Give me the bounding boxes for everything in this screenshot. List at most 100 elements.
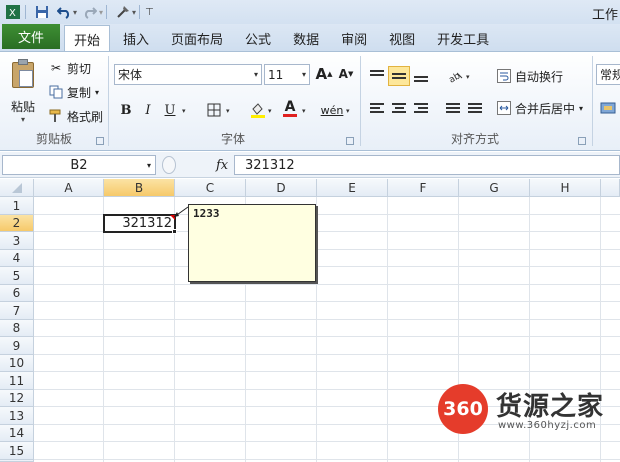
row-header-3[interactable]: 3 [0,232,34,250]
decrease-indent-icon[interactable] [442,98,464,118]
format-painter-button[interactable]: 格式刷 [48,106,103,126]
formula-input[interactable]: 321312 [234,155,620,175]
merge-center-button[interactable]: 合并后居中 ▾ [496,98,583,118]
tab-home[interactable]: 开始 [64,25,111,52]
accounting-format-icon[interactable] [598,98,618,118]
row-header-14[interactable]: 14 [0,425,34,442]
redo-icon[interactable] [81,3,99,21]
row-header-10[interactable]: 10 [0,355,34,372]
tab-page-layout[interactable]: 页面布局 [162,26,232,51]
clipboard-dialog-launcher-icon[interactable] [96,137,104,145]
tool-dropdown-icon[interactable]: ▾ [132,8,136,17]
row-header-6[interactable]: 6 [0,285,34,302]
row-header-1[interactable]: 1 [0,197,34,215]
tab-view[interactable]: 视图 [380,26,424,51]
underline-button[interactable]: U [160,100,180,120]
tab-review[interactable]: 审阅 [332,26,376,51]
paste-dropdown-icon[interactable]: ▾ [21,115,25,124]
merge-dropdown-icon[interactable]: ▾ [579,104,583,113]
fill-handle[interactable] [172,229,177,234]
save-icon[interactable] [33,3,51,21]
align-left-icon[interactable] [366,98,388,118]
row-header-9[interactable]: 9 [0,337,34,355]
gridline [387,197,388,462]
fill-color-button[interactable] [248,100,268,120]
wrap-text-button[interactable]: 自动换行 [496,66,563,86]
row-header-5[interactable]: 5 [0,267,34,285]
name-box-dropdown-icon[interactable]: ▾ [147,161,151,170]
column-header-f[interactable]: F [388,179,459,197]
font-size-select[interactable]: 11 ▾ [264,64,310,85]
phonetic-dropdown-icon[interactable]: ▾ [346,107,350,115]
borders-dropdown-icon[interactable]: ▾ [226,107,230,115]
row-header-13[interactable]: 13 [0,407,34,425]
tab-data[interactable]: 数据 [284,26,328,51]
italic-button[interactable]: I [138,100,158,120]
tab-formulas[interactable]: 公式 [236,26,280,51]
redo-dropdown-icon[interactable]: ▾ [99,8,103,17]
formula-resize-icon[interactable] [162,156,176,174]
fill-color-dropdown-icon[interactable]: ▾ [268,107,272,115]
tab-file[interactable]: 文件 [2,24,60,49]
tab-insert[interactable]: 插入 [114,26,158,51]
column-header-b[interactable]: B [104,179,175,197]
align-center-icon[interactable] [388,98,410,118]
bold-button[interactable]: B [116,100,136,120]
copy-dropdown-icon[interactable]: ▾ [95,88,99,97]
column-header-partial[interactable] [601,179,620,197]
column-header-g[interactable]: G [459,179,530,197]
insert-function-icon[interactable]: fx [216,158,228,173]
row-header-15[interactable]: 15 [0,442,34,460]
borders-button[interactable] [204,100,224,120]
copy-button[interactable]: 复制 ▾ [48,82,99,102]
format-tool-icon[interactable] [114,3,132,21]
font-color-icon: A [284,98,296,115]
undo-icon[interactable] [55,3,73,21]
merge-center-label: 合并后居中 [515,101,576,116]
column-header-c[interactable]: C [175,179,246,197]
row-header-11[interactable]: 11 [0,372,34,390]
gridline [316,197,317,462]
column-header-d[interactable]: D [246,179,317,197]
svg-text:ab: ab [447,71,462,83]
column-header-h[interactable]: H [530,179,601,197]
row-header-12[interactable]: 12 [0,390,34,407]
font-color-dropdown-icon[interactable]: ▾ [302,107,306,115]
align-right-icon[interactable] [410,98,432,118]
orientation-dropdown-icon[interactable]: ▾ [466,73,470,81]
font-color-button[interactable]: A [280,98,300,118]
name-box[interactable]: B2 ▾ [2,155,156,175]
align-middle-icon[interactable] [388,66,410,86]
ribbon-tabs: 文件 开始 插入 页面布局 公式 数据 审阅 视图 开发工具 [0,24,620,52]
column-header-e[interactable]: E [317,179,388,197]
shrink-font-button[interactable]: A ▼ [336,64,356,84]
phonetic-button[interactable]: wén [318,100,346,120]
row-header-4[interactable]: 4 [0,250,34,267]
row-header-2[interactable]: 2 [0,215,34,232]
cut-button[interactable]: ✂ 剪切 [48,58,91,78]
gridline [34,284,620,285]
font-dialog-launcher-icon[interactable] [346,137,354,145]
paste-button[interactable]: 粘贴 ▾ [6,56,40,132]
grow-font-button[interactable]: A ▲ [314,64,334,84]
font-name-select[interactable]: 宋体 ▾ [114,64,262,85]
customize-qat-icon[interactable]: ⊤ [145,7,154,18]
select-all-corner[interactable] [0,179,34,197]
row-header-7[interactable]: 7 [0,302,34,320]
column-header-a[interactable]: A [34,179,104,197]
increase-indent-icon[interactable] [464,98,486,118]
align-bottom-icon[interactable] [410,66,432,86]
underline-dropdown-icon[interactable]: ▾ [182,107,186,115]
row-header-8[interactable]: 8 [0,320,34,337]
alignment-dialog-launcher-icon[interactable] [578,137,586,145]
paste-label: 粘贴 [10,100,35,114]
font-size-dropdown-icon[interactable]: ▾ [302,70,306,79]
number-format-select[interactable]: 常规 [596,64,620,85]
text-orientation-icon[interactable]: ab [444,66,466,86]
tab-developer[interactable]: 开发工具 [428,26,498,51]
align-top-icon[interactable] [366,66,388,86]
wrap-text-icon [496,68,512,84]
undo-dropdown-icon[interactable]: ▾ [73,8,77,17]
font-name-dropdown-icon[interactable]: ▾ [254,70,258,79]
cell-comment[interactable]: 1233 [188,204,316,282]
